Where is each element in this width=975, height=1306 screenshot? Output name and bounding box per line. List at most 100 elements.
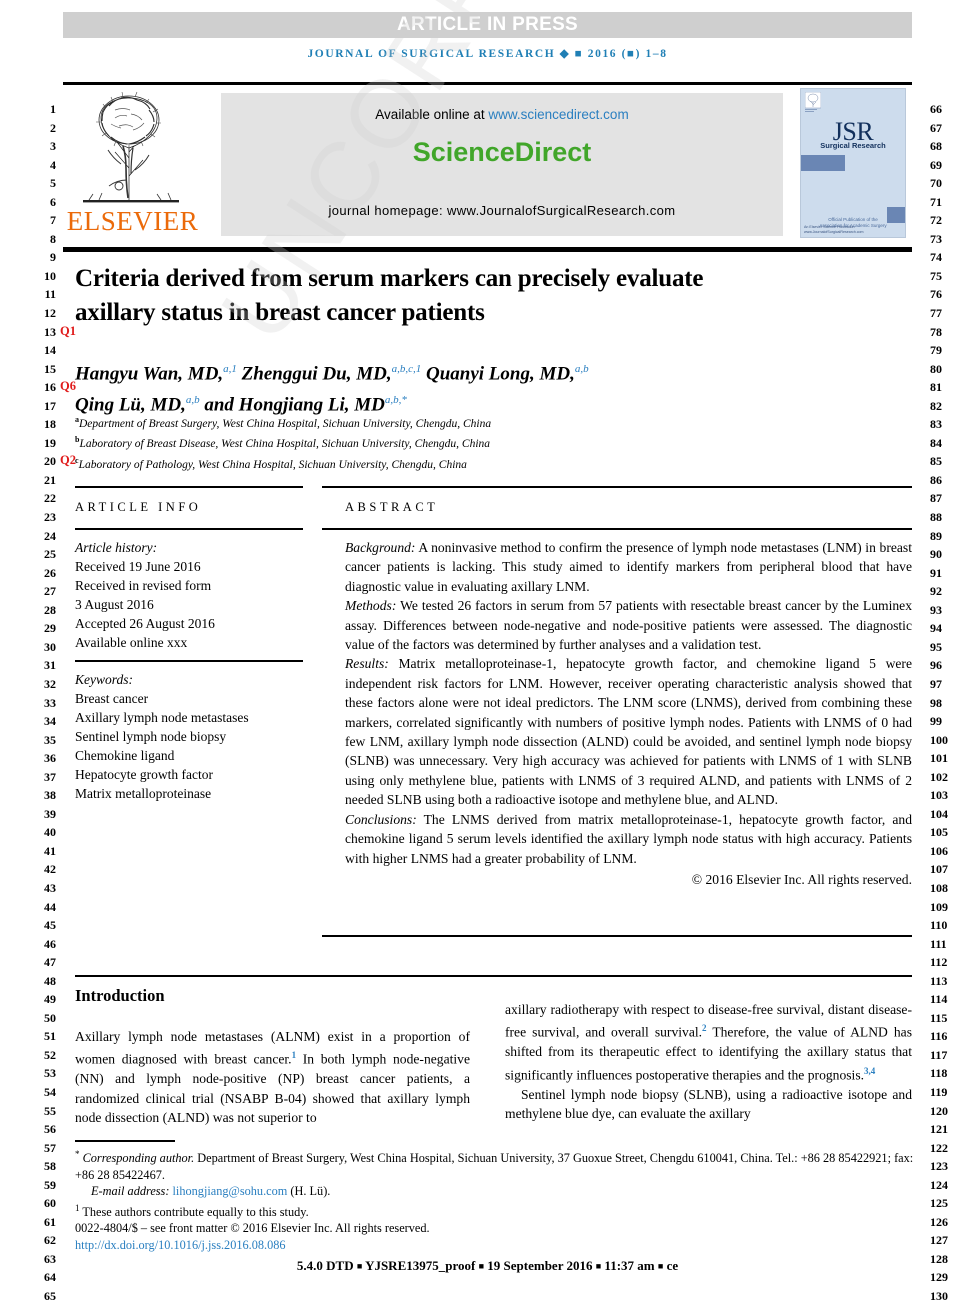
masthead: ELSEVIER Available online at www.science…	[63, 88, 912, 238]
line-number: 70	[930, 176, 942, 191]
author-2-affil-marks: a,b,c,1	[391, 363, 422, 375]
line-number: 53	[44, 1066, 56, 1081]
footer-date: 19 September 2016	[487, 1258, 593, 1273]
line-number: 79	[930, 343, 942, 358]
line-number: 22	[44, 491, 56, 506]
line-number: 78	[930, 324, 942, 339]
sciencedirect-box: Available online at www.sciencedirect.co…	[221, 93, 783, 236]
elsevier-tree-icon	[83, 91, 179, 203]
article-history-label: Article history:	[75, 540, 158, 555]
footer-separator-icon: ■	[595, 1261, 602, 1271]
line-number: 122	[930, 1140, 948, 1155]
footnote-rule	[75, 1140, 175, 1142]
line-number: 19	[44, 435, 56, 450]
line-number: 9	[50, 250, 56, 265]
line-number: 74	[930, 250, 942, 265]
page-title: Criteria derived from serum markers can …	[75, 265, 704, 326]
abstract-methods: Methods: We tested 26 factors in serum f…	[345, 596, 912, 654]
corr-author-label: Corresponding author.	[82, 1151, 195, 1166]
line-number: 116	[930, 1029, 948, 1044]
line-number: 39	[44, 806, 56, 821]
abstract-rule-mid	[322, 528, 912, 530]
author-4-affil-marks: a,b	[185, 394, 200, 407]
line-number: 111	[930, 936, 947, 951]
line-number: 48	[44, 973, 56, 988]
line-number: 99	[930, 714, 942, 729]
line-number: 59	[44, 1177, 56, 1192]
line-number: 41	[44, 843, 56, 858]
line-number: 63	[44, 1251, 56, 1266]
history-item: Received in revised form	[75, 578, 212, 593]
line-number: 90	[930, 547, 942, 562]
footer-time: 11:37 am	[604, 1258, 655, 1273]
available-online-prefix: Available online at	[375, 107, 489, 122]
article-info-rule-top	[75, 486, 303, 488]
line-number: 45	[44, 918, 56, 933]
corresponding-author-note: * Corresponding author. Department of Br…	[75, 1146, 915, 1183]
line-number: 130	[930, 1289, 948, 1303]
abstract-conclusions: Conclusions: The LNMS derived from matri…	[345, 810, 912, 868]
line-number: 15	[44, 361, 56, 376]
line-number: 21	[44, 472, 56, 487]
footer-ce: ce	[666, 1258, 679, 1273]
author-list: Hangyu Wan, MD,a,1 Zhenggui Du, MD,a,b,c…	[75, 356, 875, 419]
line-number: 44	[44, 899, 56, 914]
query-marker-q6[interactable]: Q6	[60, 377, 76, 396]
keyword-item: Hepatocyte growth factor	[75, 767, 213, 782]
line-number: 28	[44, 602, 56, 617]
abstract-methods-label: Methods:	[345, 598, 397, 614]
affiliation-item: cLaboratory of Pathology, West China Hos…	[75, 453, 875, 473]
line-number: 24	[44, 528, 56, 543]
line-number: 80	[930, 361, 942, 376]
doi-link[interactable]: http://dx.doi.org/10.1016/j.jss.2016.08.…	[75, 1238, 286, 1252]
line-number: 67	[930, 120, 942, 135]
query-marker-q2[interactable]: Q2	[60, 451, 76, 470]
line-number: 82	[930, 398, 942, 413]
line-number: 2	[50, 120, 56, 135]
affiliation-item: bLaboratory of Breast Disease, West Chin…	[75, 432, 875, 452]
abstract-background-label: Background:	[345, 540, 416, 555]
journal-citation-line: JOURNAL OF SURGICAL RESEARCH ◆ ■ 2016 (■…	[307, 48, 668, 60]
line-number: 81	[930, 380, 942, 395]
elsevier-wordmark: ELSEVIER	[66, 206, 199, 236]
line-number: 119	[930, 1084, 948, 1099]
citation-ref: 3,4	[864, 1065, 876, 1076]
body-text: Sentinel lymph node biopsy (SLNB), using…	[505, 1086, 912, 1122]
body-paragraph: Axillary lymph node metastases (ALNM) ex…	[75, 1027, 470, 1128]
available-online-text: Available online at www.sciencedirect.co…	[221, 107, 783, 122]
email-link[interactable]: lihongjiang@sohu.com	[173, 1184, 288, 1198]
line-number: 31	[44, 658, 56, 673]
line-number: 64	[44, 1270, 56, 1285]
sciencedirect-link[interactable]: www.sciencedirect.com	[488, 107, 628, 122]
line-number: 58	[44, 1159, 56, 1174]
line-numbers-left: 1 2 3 4 5 6 7 8 9 10 11 12 13 Q1 14 15 16 Q6 17 18 19 20 Q2 21 2…	[30, 100, 76, 1306]
line-number: 114	[930, 992, 948, 1007]
line-number: 16 Q6	[44, 379, 76, 395]
line-number: 46	[44, 936, 56, 951]
abstract-copyright: © 2016 Elsevier Inc. All rights reserved…	[691, 871, 912, 887]
body-paragraph: Sentinel lymph node biopsy (SLNB), using…	[505, 1085, 912, 1124]
abstract-body: Background: A noninvasive method to conf…	[345, 538, 912, 889]
line-number: 10	[44, 268, 56, 283]
line-number: 91	[930, 565, 942, 580]
keyword-item: Breast cancer	[75, 691, 149, 706]
line-number: 126	[930, 1214, 948, 1229]
issn-line: 0022-4804/$ – see front matter © 2016 El…	[75, 1221, 430, 1236]
abstract-conclusions-text: The LNMS derived from matrix metalloprot…	[345, 811, 912, 866]
line-number: 109	[930, 899, 948, 914]
keyword-item: Matrix metalloproteinase	[75, 786, 212, 801]
cover-accent-bar-1	[801, 155, 845, 171]
line-number: 83	[930, 417, 942, 432]
query-marker-q1[interactable]: Q1	[60, 322, 76, 341]
cover-footer-text: An Elsevier Science Publication www.Journ…	[804, 225, 864, 234]
line-number: 112	[930, 955, 948, 970]
line-number: 60	[44, 1196, 56, 1211]
line-number: 85	[930, 454, 942, 469]
line-number: 7	[50, 213, 56, 228]
line-number: 13 Q1	[44, 323, 76, 339]
author-3: Quanyi Long, MD,	[421, 363, 575, 385]
elsevier-logo: ELSEVIER	[63, 88, 208, 238]
line-number: 105	[930, 825, 948, 840]
line-number: 128	[930, 1251, 948, 1266]
line-number: 55	[44, 1103, 56, 1118]
